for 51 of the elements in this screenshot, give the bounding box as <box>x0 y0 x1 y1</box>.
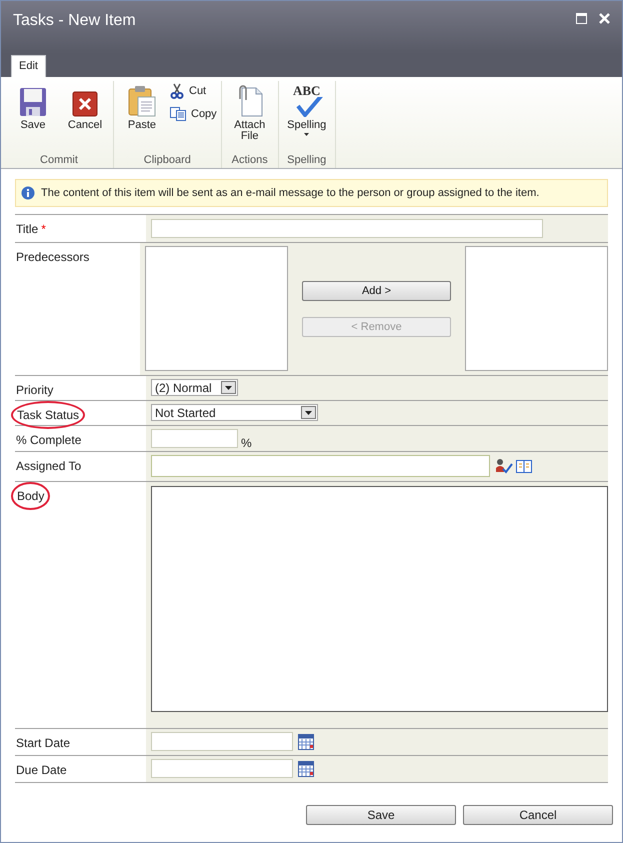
ribbon-button[interactable]: Cut <box>170 83 217 100</box>
ribbon-group-label: Commit <box>39 152 79 168</box>
paste-icon <box>128 85 156 117</box>
date-input[interactable] <box>151 759 293 778</box>
dropdown-field[interactable]: Not Started <box>151 404 318 421</box>
field-label: Due Date <box>16 762 67 779</box>
scissors-icon <box>170 83 184 100</box>
calendar-icon[interactable] <box>298 761 314 777</box>
field-label: Assigned To <box>16 458 82 475</box>
copy-icon <box>170 106 186 121</box>
ribbon-button[interactable]: Cancel <box>61 81 109 131</box>
close-icon[interactable] <box>599 13 610 24</box>
ribbon-group-label: Spelling <box>286 152 328 168</box>
required-mark: * <box>41 222 46 236</box>
maximize-icon[interactable] <box>576 13 587 24</box>
ribbon-button[interactable]: Attach File <box>226 81 274 142</box>
list-box[interactable] <box>145 246 288 371</box>
cancel-icon <box>72 91 98 117</box>
caret-icon <box>225 386 232 390</box>
check-names-icon[interactable] <box>495 458 513 474</box>
field-label: Start Date <box>16 735 70 752</box>
list-button[interactable]: Add > <box>302 281 451 301</box>
caret-icon <box>305 410 312 414</box>
ribbon-button[interactable]: ABC Spelling <box>282 81 331 136</box>
percent-sign: % <box>241 435 252 452</box>
field-label: Priority <box>16 382 54 399</box>
list-box[interactable] <box>465 246 608 371</box>
icon-letters: ABC <box>292 85 320 97</box>
ribbon-group-label: Clipboard <box>142 152 192 168</box>
form-button[interactable]: Save <box>306 805 456 825</box>
ribbon-button[interactable]: Copy <box>170 106 217 122</box>
info-message: The content of this item will be sent as an e-mail message to the person or group assigned to the item. <box>41 186 540 201</box>
form-button[interactable]: Cancel <box>463 805 613 825</box>
text-input[interactable] <box>151 219 543 238</box>
field-label: Predecessors <box>16 249 90 266</box>
percent-input[interactable] <box>151 429 238 448</box>
field-label: % Complete <box>16 432 82 449</box>
address-book-icon[interactable] <box>516 459 532 473</box>
ribbon-tab[interactable]: Edit <box>11 55 46 77</box>
save-icon <box>19 87 47 117</box>
info-icon <box>21 186 35 200</box>
date-input[interactable] <box>151 732 293 751</box>
dropdown-field[interactable]: (2) Normal <box>151 379 238 396</box>
field-label: Title <box>16 221 38 238</box>
ribbon-button[interactable]: Paste <box>118 81 166 131</box>
calendar-icon[interactable] <box>298 734 314 750</box>
paperclip-document-icon <box>236 85 263 117</box>
ribbon-group-label: Actions <box>230 152 269 168</box>
ribbon-button[interactable]: Save <box>9 81 57 131</box>
window-title: Tasks - New Item <box>13 11 136 31</box>
people-input[interactable] <box>151 455 490 477</box>
